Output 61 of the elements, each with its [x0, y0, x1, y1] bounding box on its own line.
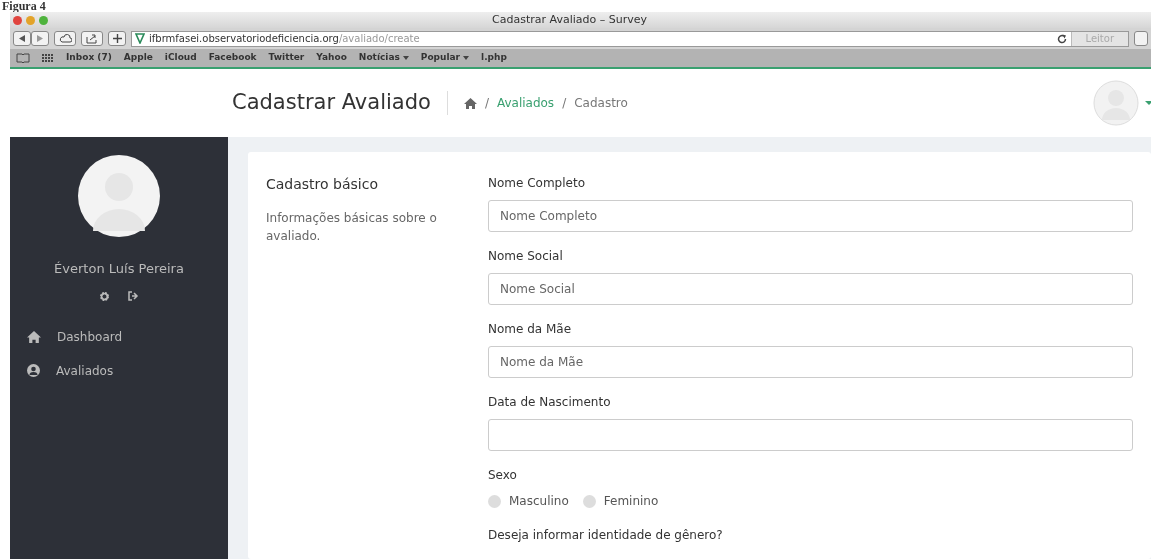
logout-icon[interactable]: [128, 290, 139, 301]
grid-icon[interactable]: [42, 53, 54, 63]
sidebar-item[interactable]: Avaliados: [10, 353, 228, 388]
back-icon: [19, 35, 25, 42]
breadcrumb-item: Cadastro: [574, 95, 628, 112]
section-title: Cadastro básico: [266, 175, 379, 194]
add-tab-button[interactable]: [108, 31, 126, 46]
radio-button[interactable]: [488, 494, 501, 508]
user-name: Éverton Luís Pereira: [54, 260, 184, 278]
cloud-icon: [58, 34, 72, 43]
input-field[interactable]: Nome Social: [488, 273, 1133, 305]
bookmark-item[interactable]: Inbox (7): [66, 51, 112, 65]
settings-icon[interactable]: [99, 290, 110, 302]
bookmark-item[interactable]: Popular: [420, 51, 470, 65]
downloads-button[interactable]: [1134, 31, 1148, 46]
bookmark-item[interactable]: Facebook: [208, 51, 257, 65]
breadcrumb-separator: /: [562, 95, 567, 112]
minimize-icon[interactable]: [26, 15, 35, 25]
breadcrumb-separator: /: [484, 95, 489, 112]
field-label: Data de Nascimento: [488, 394, 612, 411]
user-icon: [27, 364, 40, 377]
field-label: Nome da Mãe: [488, 321, 573, 338]
reload-icon[interactable]: [1056, 33, 1067, 44]
caret-icon[interactable]: [1145, 101, 1151, 105]
window-title: Cadastrar Avaliado – Survey: [492, 12, 647, 26]
input-field[interactable]: [488, 419, 1133, 451]
share-button[interactable]: [81, 31, 103, 46]
bookmark-item[interactable]: Notícias: [358, 51, 409, 65]
breadcrumb-link[interactable]: Avaliados: [496, 94, 555, 112]
radio-option[interactable]: Masculino: [488, 492, 569, 510]
bookmark-item[interactable]: Yahoo: [316, 51, 347, 65]
bookmark-item[interactable]: iCloud: [164, 51, 197, 65]
bookmark-item[interactable]: Twitter: [268, 51, 305, 65]
input-field[interactable]: Nome da Mãe: [488, 346, 1133, 378]
close-icon[interactable]: [13, 15, 22, 25]
sidebar-item[interactable]: Dashboard: [10, 319, 228, 354]
figure-caption: Figura 4: [1, 0, 46, 12]
forward-icon: [37, 35, 43, 42]
cloud-button[interactable]: [54, 31, 76, 46]
field-label: Deseja informar identidade de gênero?: [488, 527, 724, 544]
bookmark-item[interactable]: l.php: [481, 51, 507, 65]
field-label: Nome Social: [488, 248, 564, 265]
page-title: Cadastrar Avaliado: [232, 89, 431, 117]
field-label: Sexo: [488, 467, 518, 484]
forward-button[interactable]: [31, 31, 49, 46]
section-description: Informações básicas sobre o avaliado.: [266, 210, 438, 245]
avatar-icon: [78, 155, 160, 237]
radio-option[interactable]: Feminino: [582, 492, 659, 510]
bookmark-item[interactable]: Apple: [123, 51, 153, 65]
home-icon: [27, 330, 41, 343]
address-bar[interactable]: ifbrmfasei.observatoriodeficiencia.org/avaliado/create Leitor: [131, 30, 1129, 47]
shield-icon: [135, 33, 145, 44]
field-label: Nome Completo: [488, 175, 586, 192]
book-icon[interactable]: [16, 53, 30, 63]
radio-button[interactable]: [582, 494, 596, 508]
zoom-icon[interactable]: [39, 15, 48, 25]
input-field[interactable]: Nome Completo: [488, 200, 1133, 232]
home-icon[interactable]: [463, 97, 477, 109]
share-icon: [86, 33, 98, 44]
plus-icon: [112, 34, 122, 43]
back-button[interactable]: [13, 31, 31, 46]
